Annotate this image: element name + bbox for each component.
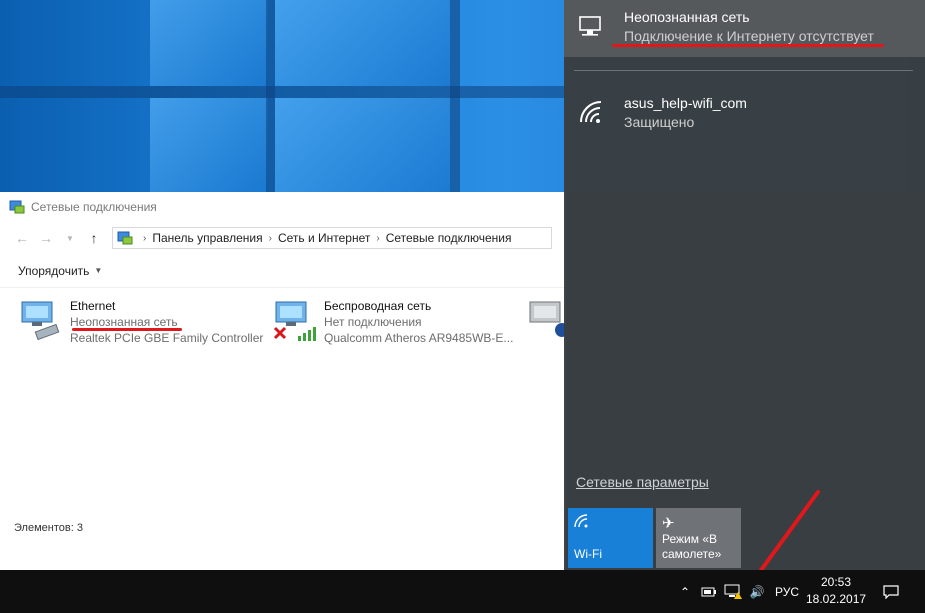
navigation-bar: ← → ▼ ↑ › Панель управления › Сеть и Инт… [0,222,566,254]
dropdown-chevron-icon[interactable]: ▼ [58,226,82,250]
connection-item-wireless[interactable]: Беспроводная сеть Нет подключения Qualco… [272,298,513,346]
connection-item-bluetooth[interactable] [526,298,566,344]
red-annotation-underline [72,328,182,331]
network-folder-icon [9,200,25,214]
chevron-down-icon: ▼ [94,266,103,275]
clock-date: 18.02.2017 [806,592,867,606]
organize-button[interactable]: Упорядочить [18,264,89,278]
wifi-tile-label: Wi-Fi [574,547,602,561]
wifi-toggle-tile[interactable]: Wi-Fi [568,508,653,568]
window-title: Сетевые подключения [31,200,157,214]
wireless-adapter-icon [273,301,316,341]
breadcrumb-network-internet[interactable]: Сеть и Интернет [278,231,370,245]
show-hidden-icons-chevron-icon[interactable]: ⌃ [676,570,694,613]
taskbar-clock[interactable]: 20:53 18.02.2017 [806,574,866,608]
bluetooth-adapter-icon [529,301,566,337]
flyout-divider [574,70,913,71]
battery-icon[interactable] [698,570,720,613]
taskbar: ⌃ 🔊 РУС 20:53 18.02.2017 [0,570,925,613]
network-flyout: Неопознанная сеть Подключение к Интернет… [564,0,925,570]
airplane-icon: ✈ [662,515,675,532]
chevron-right-icon: › [376,232,380,244]
wifi-network-item[interactable]: asus_help-wifi_com Защищено [578,94,747,132]
red-annotation-underline [612,44,884,47]
control-panel-icon [117,231,133,245]
item-count: Элементов: 3 [14,522,83,534]
connection-device: Realtek PCIe GBE Family Controller [70,331,264,345]
connection-name: Беспроводная сеть [324,299,432,313]
action-center-icon[interactable] [876,570,906,613]
connection-device: Qualcomm Atheros AR9485WB-E... [324,331,514,345]
connection-item-ethernet[interactable]: Ethernet Неопознанная сеть Realtek PCIe … [18,298,263,346]
wifi-network-status: Защищено [624,114,695,130]
clock-time: 20:53 [820,575,852,589]
breadcrumb-control-panel[interactable]: Панель управления [152,231,262,245]
up-arrow-icon[interactable]: ↑ [82,226,106,250]
connection-name: Ethernet [70,299,116,313]
language-indicator[interactable]: РУС [772,570,802,613]
active-network-item[interactable]: Неопознанная сеть Подключение к Интернет… [564,0,925,57]
airplane-tile-label-line1: Режим «В [662,532,718,546]
connection-status: Нет подключения [324,315,422,329]
back-arrow-icon[interactable]: ← [10,226,34,250]
chevron-right-icon: › [143,232,147,244]
active-network-name: Неопознанная сеть [624,9,750,25]
active-network-status: Подключение к Интернету отсутствует [624,28,874,44]
chevron-right-icon: › [268,232,272,244]
volume-icon[interactable]: 🔊 [746,570,768,613]
connections-list: Ethernet Неопознанная сеть Realtek PCIe … [0,288,566,538]
window-title-bar: Сетевые подключения [0,192,566,222]
wifi-signal-icon [580,101,602,123]
network-warning-icon[interactable] [722,570,744,613]
command-bar: Упорядочить ▼ [0,254,566,288]
airplane-tile-label-line2: самолете» [662,547,722,561]
wired-network-icon [579,16,601,36]
address-bar[interactable]: › Панель управления › Сеть и Интернет › … [112,227,552,249]
network-connections-window: Сетевые подключения ← → ▼ ↑ › Панель упр… [0,192,566,570]
network-settings-link[interactable]: Сетевые параметры [576,474,709,490]
forward-arrow-icon[interactable]: → [34,226,58,250]
wifi-network-name: asus_help-wifi_com [624,95,747,111]
wifi-icon [574,514,588,528]
ethernet-adapter-icon [21,301,60,341]
airplane-mode-tile[interactable]: ✈ Режим «В самолете» [656,508,741,568]
breadcrumb-network-connections[interactable]: Сетевые подключения [386,231,512,245]
